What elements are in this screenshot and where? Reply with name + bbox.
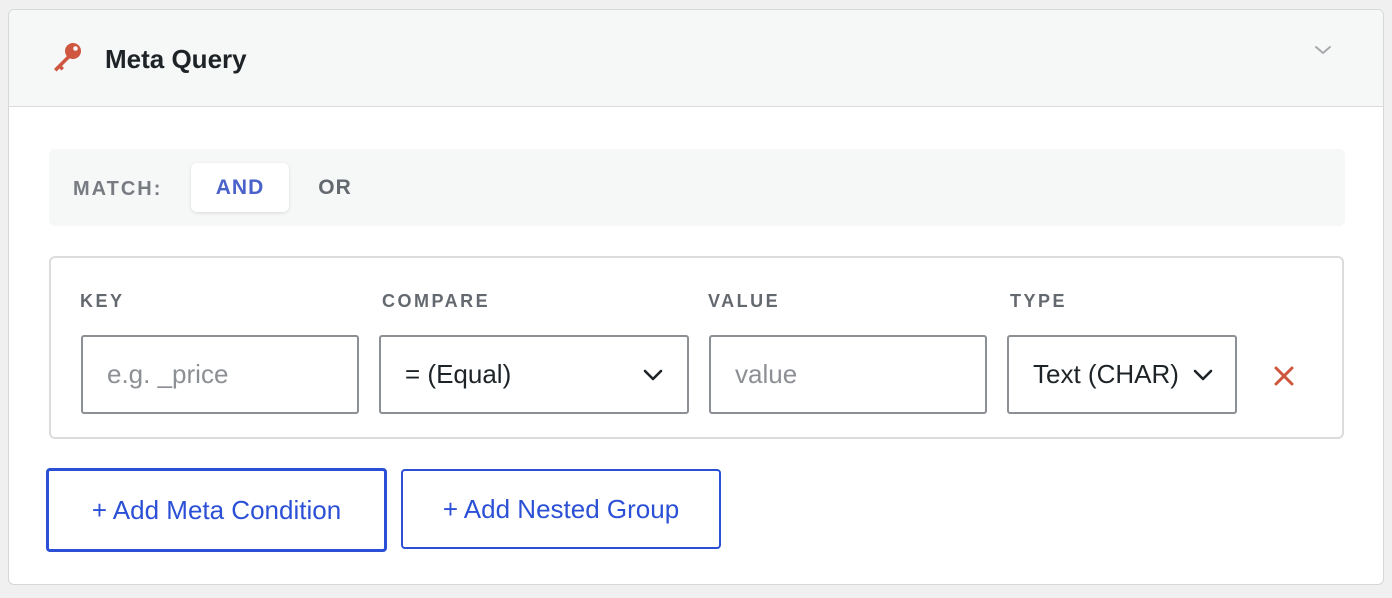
panel-header[interactable]: Meta Query [9,10,1383,107]
chevron-down-icon[interactable] [1311,38,1335,62]
key-column-label: KEY [80,291,125,311]
value-column-label: VALUE [708,291,781,311]
type-selected-value: Text (CHAR) [1033,359,1179,389]
add-meta-condition-button[interactable]: + Add Meta Condition [46,468,387,552]
compare-selected-value: = (Equal) [405,359,512,389]
type-select[interactable]: Text (CHAR) [1007,335,1237,414]
match-and-button[interactable]: AND [191,163,289,212]
compare-select[interactable]: = (Equal) [379,335,689,414]
compare-column-label: COMPARE [382,291,491,311]
meta-condition-row: KEY COMPARE VALUE TYPE = (Equal) Text (C… [49,256,1344,439]
key-icon [54,43,81,72]
chevron-down-icon [1191,363,1215,387]
match-selector: MATCH: AND OR [49,149,1345,226]
add-nested-group-button[interactable]: + Add Nested Group [401,469,721,549]
chevron-down-icon [643,369,663,381]
panel-title: Meta Query [105,44,247,74]
meta-key-input[interactable] [81,335,359,414]
meta-value-input[interactable] [709,335,987,414]
meta-query-panel: Meta Query MATCH: AND OR KEY COMPARE VAL… [8,9,1384,585]
match-label: MATCH: [73,178,163,200]
close-icon[interactable] [1273,365,1295,387]
match-or-button[interactable]: OR [303,163,367,212]
type-column-label: TYPE [1010,291,1068,311]
